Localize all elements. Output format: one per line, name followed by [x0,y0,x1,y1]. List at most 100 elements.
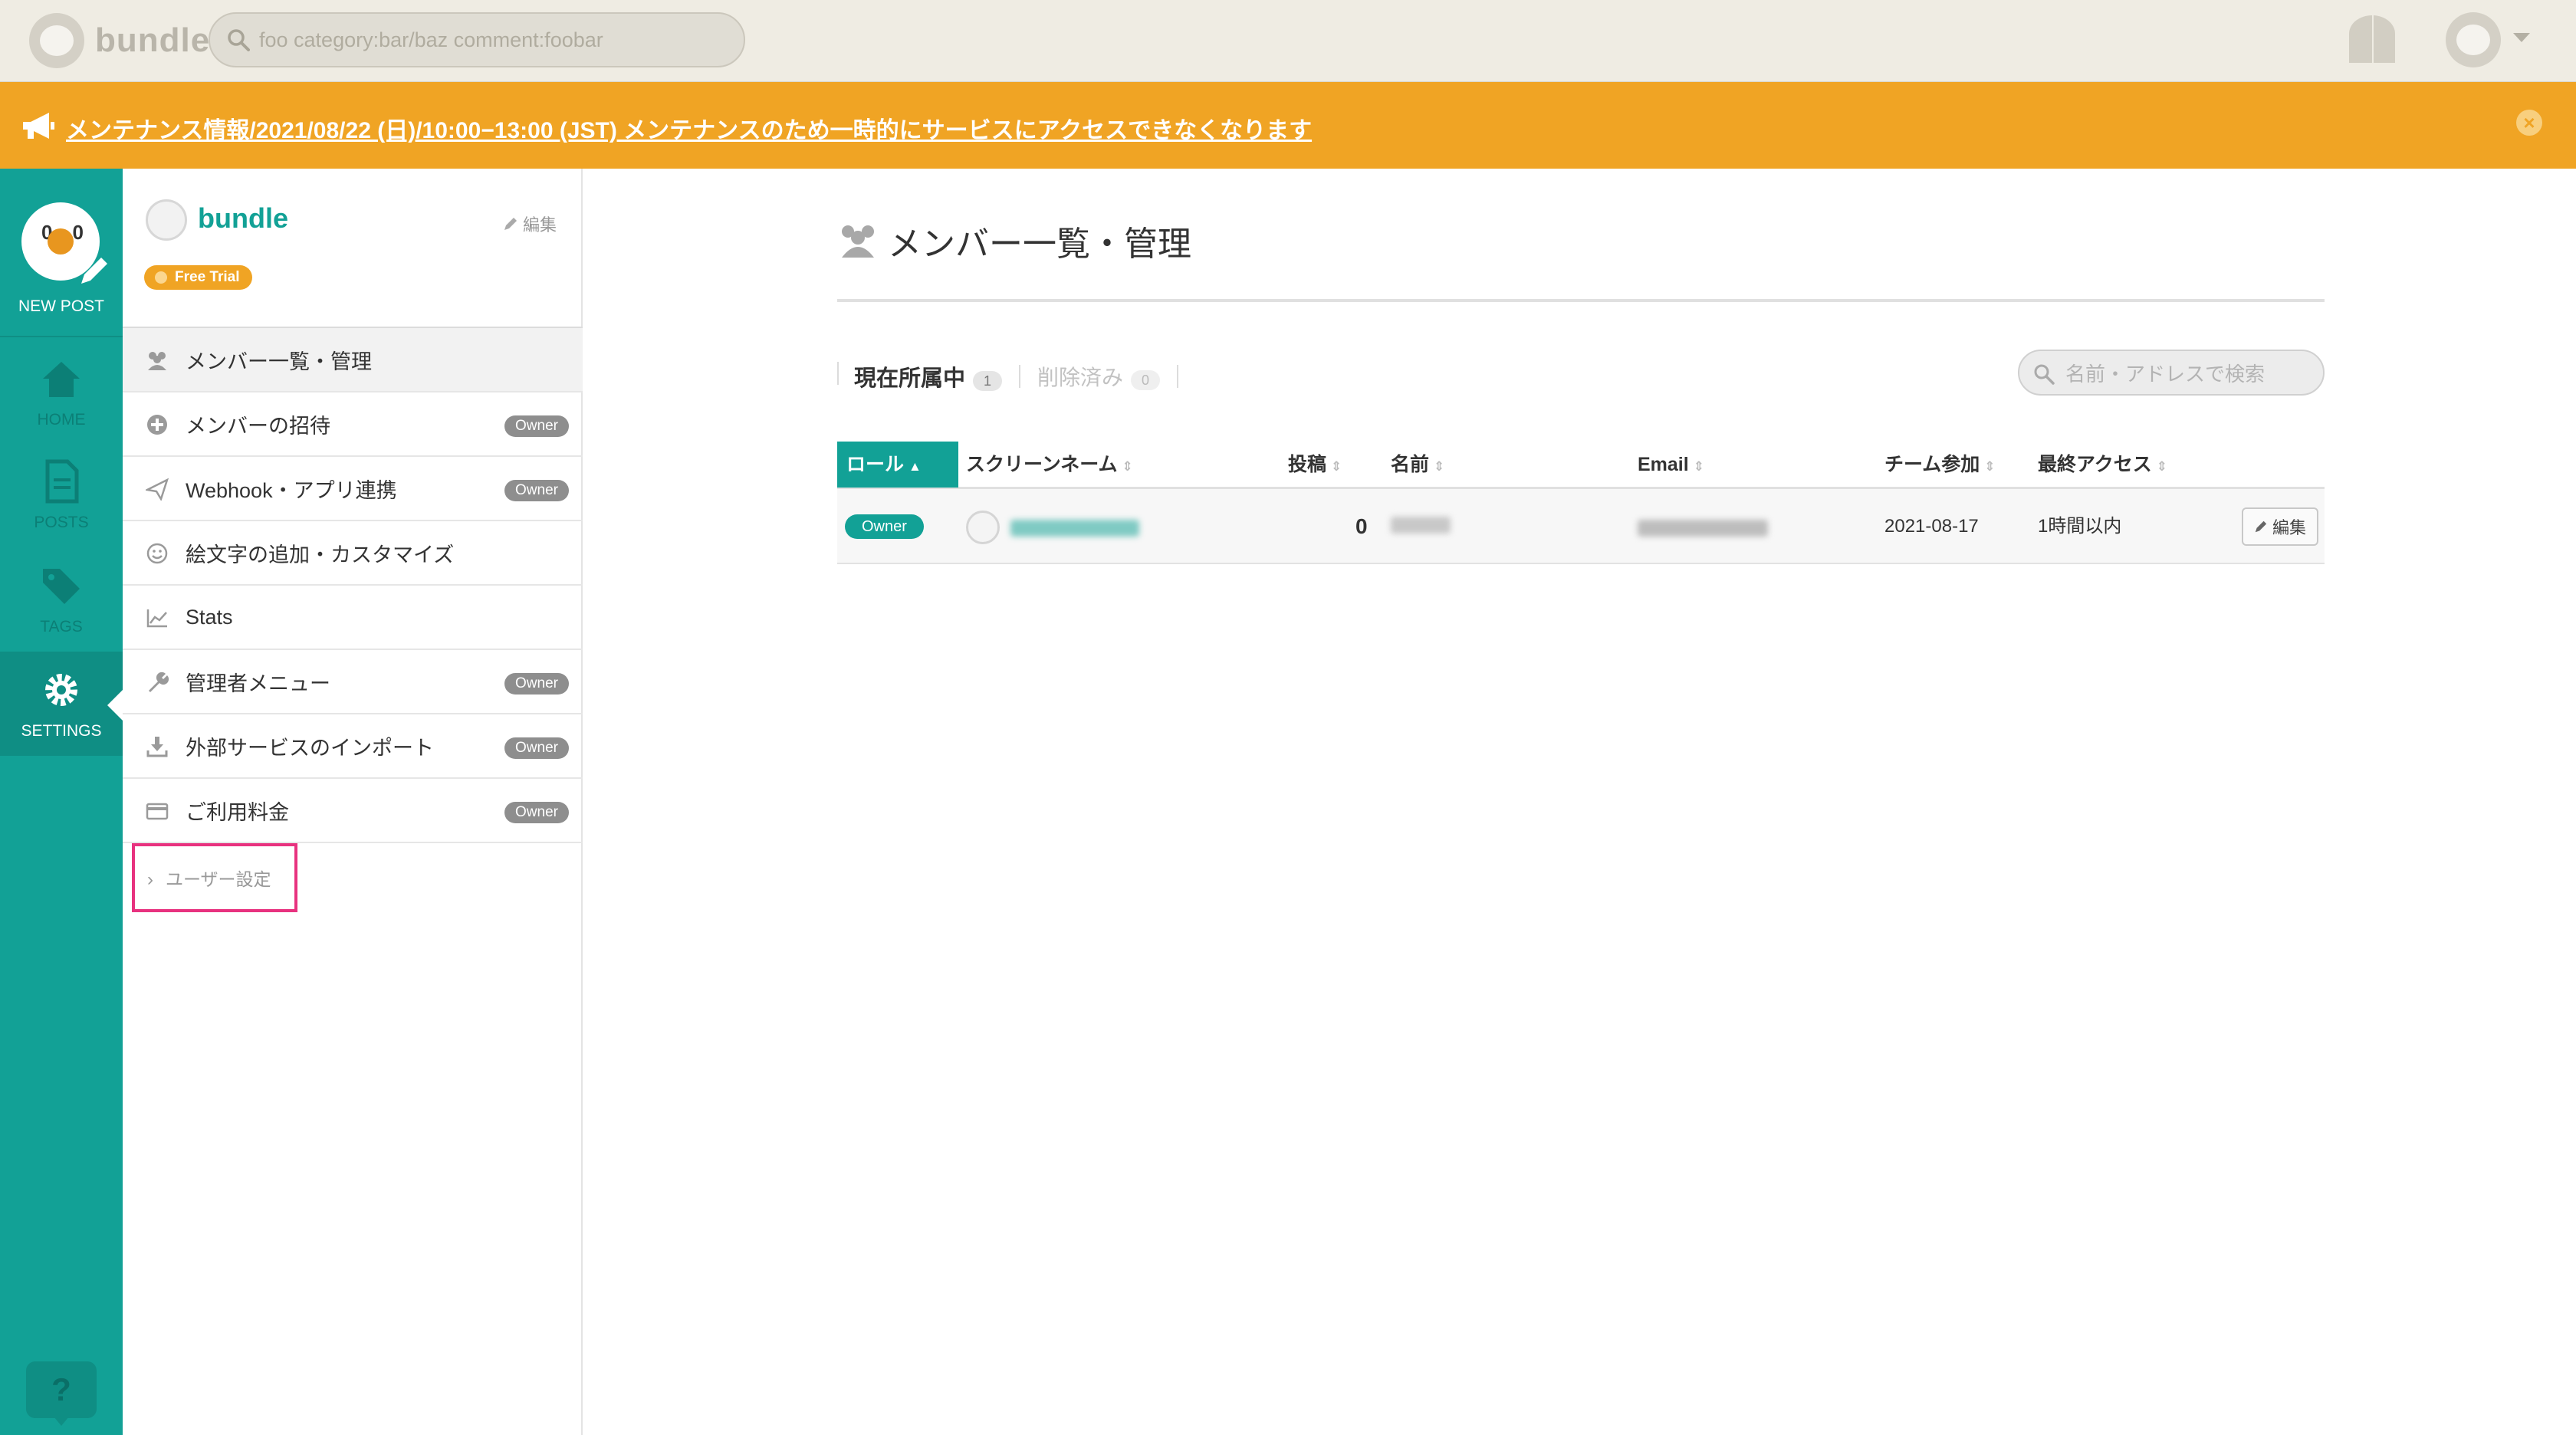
menu-item-members[interactable]: メンバー一覧・管理 [123,328,583,392]
tags-icon [43,569,80,604]
app-name: bundle [95,21,211,59]
app-logo[interactable]: bundle [29,13,210,68]
user-avatar[interactable] [2446,12,2501,67]
column-joined[interactable]: チーム参加 ⇕ [1884,442,1996,488]
rail-label-settings: SETTINGS [21,722,102,740]
settings-sidebar: bundle 編集 Free Trial メンバー一覧・管理 メンバーの招待 O… [123,169,583,1435]
sort-asc-icon: ▲ [909,459,922,474]
divider [1019,365,1021,388]
team-edit-label: 編集 [523,215,557,235]
menu-item-stats[interactable]: Stats [123,586,583,650]
menu-item-invite[interactable]: メンバーの招待 Owner [123,392,583,457]
help-button[interactable]: ? [26,1361,97,1426]
rail-item-settings[interactable]: SETTINGS [0,652,123,756]
team-header: bundle 編集 Free Trial [123,169,583,328]
members-icon [148,352,166,370]
new-post-label: NEW POST [18,297,104,315]
joined-date: 2021-08-17 [1884,516,1979,537]
home-icon [43,362,80,397]
credit-card-icon [146,803,169,820]
edit-label: 編集 [2272,518,2306,537]
column-last-access[interactable]: 最終アクセス ⇕ [2038,442,2167,488]
new-post-button[interactable]: 00 NEW POST [0,169,123,337]
left-rail: 00 NEW POST HOME POSTS TAGS SETTINGS [0,169,123,1435]
user-settings-link[interactable]: › ユーザー設定 [132,843,297,912]
smiley-icon [146,543,168,564]
search-icon [228,29,250,51]
sort-icon: ⇕ [1984,459,1996,474]
table-row: Owner 0 2021-08-17 1時間以内 編集 [837,489,2325,564]
chevron-down-icon[interactable] [2513,33,2530,42]
plus-circle-icon [147,415,167,435]
role-badge: Owner [845,514,924,539]
wrench-icon [149,672,169,692]
team-edit-button[interactable]: 編集 [503,212,557,236]
tab-deleted[interactable]: 削除済み 0 [1037,361,1161,392]
members-table: ロール ▲ スクリーンネーム ⇕ 投稿 ⇕ 名前 ⇕ Email ⇕ チーム参加 ⇕ 最終ア… [837,442,2325,564]
column-role[interactable]: ロール ▲ [837,442,958,488]
document-icon [45,459,79,504]
main-content: メンバー一覧・管理 現在所属中 1 削除済み 0 名前・アドレスで検索 ロール ▲ ス… [584,169,2576,1435]
gear-icon [45,674,77,706]
rail-item-home[interactable]: HOME [0,340,123,445]
sort-icon: ⇕ [1331,459,1342,474]
tab-label: 削除済み [1037,366,1124,389]
search-icon [2034,364,2055,385]
column-email[interactable]: Email ⇕ [1638,442,1704,488]
book-icon[interactable] [2346,14,2398,64]
owner-badge: Owner [504,737,569,759]
column-posts[interactable]: 投稿 ⇕ [1288,442,1342,488]
owner-badge: Owner [504,673,569,695]
menu-label: メンバー一覧・管理 [186,350,372,373]
rail-label-home: HOME [37,411,86,429]
member-search-placeholder: 名前・アドレスで検索 [2065,362,2266,386]
user-settings-label: ユーザー設定 [166,869,271,889]
members-icon [842,225,874,258]
rail-label-tags: TAGS [40,618,83,635]
menu-label: メンバーの招待 [186,414,330,438]
member-search-input[interactable]: 名前・アドレスで検索 [2018,350,2325,396]
menu-item-emoji[interactable]: 絵文字の追加・カスタマイズ [123,521,583,586]
settings-menu: メンバー一覧・管理 メンバーの招待 Owner Webhook・アプリ連携 Ow… [123,328,583,843]
screen-name-redacted[interactable] [1010,520,1139,537]
team-name[interactable]: bundle [198,202,288,235]
free-trial-label: Free Trial [175,269,240,285]
pencil-icon [504,218,517,230]
column-name[interactable]: 名前 ⇕ [1391,442,1444,488]
menu-label: 管理者メニュー [186,672,330,695]
tab-current[interactable]: 現在所属中 1 [854,360,1003,392]
edit-member-button[interactable]: 編集 [2242,507,2318,546]
menu-item-billing[interactable]: ご利用料金 Owner [123,779,583,843]
pencil-icon [81,258,107,284]
menu-label: ご利用料金 [186,800,289,824]
column-screen-name[interactable]: スクリーンネーム ⇕ [966,442,1133,488]
sort-icon: ⇕ [2156,459,2168,474]
megaphone-icon [23,113,54,139]
menu-item-import[interactable]: 外部サービスのインポート Owner [123,714,583,779]
global-search-placeholder: foo category:bar/baz comment:foobar [259,28,603,51]
maintenance-banner: メンテナンス情報/2021/08/22 (日)/10:00−13:00 (JST… [0,82,2576,169]
tab-label: 現在所属中 [854,366,966,391]
menu-item-admin[interactable]: 管理者メニュー Owner [123,650,583,714]
page-title-text: メンバー一覧・管理 [888,225,1191,263]
close-icon[interactable]: × [2516,110,2542,136]
divider [837,299,2325,302]
owner-badge: Owner [504,415,569,437]
logo-icon [29,13,84,68]
divider [1177,365,1179,388]
owner-badge: Owner [504,480,569,501]
rail-item-posts[interactable]: POSTS [0,443,123,547]
rail-item-tags[interactable]: TAGS [0,547,123,652]
maintenance-link[interactable]: メンテナンス情報/2021/08/22 (日)/10:00−13:00 (JST… [66,111,1312,145]
menu-label: 絵文字の追加・カスタマイズ [186,543,455,566]
free-trial-badge: Free Trial [144,265,252,290]
menu-item-webhook[interactable]: Webhook・アプリ連携 Owner [123,457,583,521]
page-title: メンバー一覧・管理 [837,216,1191,265]
global-search-input[interactable]: foo category:bar/baz comment:foobar [209,12,745,67]
paper-plane-icon [146,478,169,501]
top-bar: bundle foo category:bar/baz comment:foob… [0,0,2576,82]
sort-icon: ⇕ [1693,459,1704,474]
name-redacted [1391,517,1451,534]
team-avatar [146,199,187,241]
member-tabs: 現在所属中 1 削除済み 0 [854,360,1195,392]
